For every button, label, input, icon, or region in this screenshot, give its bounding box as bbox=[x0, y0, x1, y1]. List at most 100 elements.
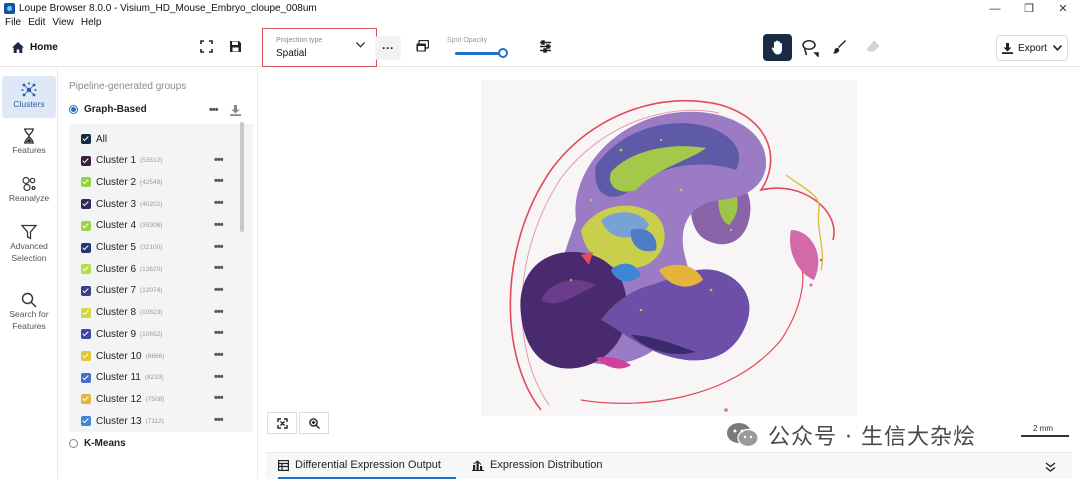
maximize-button[interactable]: ❐ bbox=[1012, 0, 1046, 17]
cluster-more-button[interactable]: ••• bbox=[214, 154, 224, 166]
cluster-row-all[interactable]: All bbox=[81, 129, 233, 149]
cluster-row[interactable]: Cluster 2 (42549) ••• bbox=[81, 172, 233, 192]
menu-help[interactable]: Help bbox=[81, 17, 102, 31]
cluster-checkbox[interactable] bbox=[81, 307, 91, 318]
rail-item-features[interactable]: Features bbox=[2, 128, 56, 156]
brush-tool-button[interactable] bbox=[833, 40, 847, 54]
close-button[interactable]: ✕ bbox=[1046, 0, 1080, 17]
cluster-checkbox[interactable] bbox=[81, 199, 91, 210]
cluster-row[interactable]: Cluster 13 (7112) ••• bbox=[81, 411, 233, 431]
eraser-tool-button[interactable] bbox=[866, 40, 880, 53]
cluster-name: Cluster 8 bbox=[96, 307, 137, 319]
projection-more-button[interactable]: ··· bbox=[375, 36, 401, 60]
cluster-more-button[interactable]: ••• bbox=[214, 284, 224, 296]
zoom-in-button[interactable] bbox=[299, 412, 329, 434]
spot-opacity-handle[interactable] bbox=[498, 48, 508, 58]
kmeans-option[interactable]: K-Means bbox=[69, 438, 126, 449]
projection-type-select[interactable]: Projection type Spatial bbox=[262, 28, 377, 67]
cluster-more-button[interactable]: ••• bbox=[214, 197, 224, 209]
cluster-checkbox[interactable] bbox=[81, 416, 91, 427]
lasso-icon bbox=[802, 40, 819, 57]
tab-differential-expression[interactable]: Differential Expression Output bbox=[278, 459, 441, 471]
graph-based-radio[interactable] bbox=[69, 105, 78, 114]
kmeans-radio[interactable] bbox=[69, 439, 78, 448]
cluster-row[interactable]: Cluster 10 (8666) ••• bbox=[81, 346, 233, 366]
rail-label-clusters: Clusters bbox=[13, 99, 45, 109]
cluster-checkbox[interactable] bbox=[81, 177, 91, 188]
cluster-count: (40202) bbox=[140, 200, 163, 208]
cluster-row[interactable]: Cluster 11 (8219) ••• bbox=[81, 368, 233, 388]
rail-item-advanced-selection[interactable]: Advanced Selection bbox=[2, 224, 56, 264]
cluster-row[interactable]: Cluster 7 (12074) ••• bbox=[81, 281, 233, 301]
more-dots-icon: ··· bbox=[382, 41, 394, 55]
cluster-checkbox[interactable] bbox=[81, 264, 91, 275]
cluster-checkbox[interactable] bbox=[81, 155, 91, 166]
cluster-list-scrollbar[interactable] bbox=[240, 122, 244, 232]
cluster-row[interactable]: Cluster 5 (32100) ••• bbox=[81, 238, 233, 258]
cluster-checkbox[interactable] bbox=[81, 220, 91, 231]
kmeans-label: K-Means bbox=[84, 438, 126, 449]
tab-expression-distribution[interactable]: Expression Distribution bbox=[472, 459, 603, 471]
download-icon[interactable] bbox=[229, 104, 241, 116]
cluster-more-button[interactable]: ••• bbox=[214, 414, 224, 426]
cluster-name: Cluster 11 bbox=[96, 372, 141, 384]
fullscreen-button[interactable] bbox=[200, 40, 213, 53]
save-button[interactable] bbox=[229, 40, 242, 53]
cluster-count: (10823) bbox=[140, 309, 163, 317]
cluster-more-button[interactable]: ••• bbox=[214, 349, 224, 361]
cluster-row[interactable]: Cluster 6 (13620) ••• bbox=[81, 259, 233, 279]
window-controls: — ❐ ✕ bbox=[978, 0, 1080, 17]
settings-sliders-button[interactable] bbox=[539, 40, 552, 53]
cluster-row[interactable]: Cluster 3 (40202) ••• bbox=[81, 194, 233, 214]
cluster-more-button[interactable]: ••• bbox=[214, 327, 224, 339]
cluster-more-button[interactable]: ••• bbox=[214, 371, 224, 383]
menu-file[interactable]: File bbox=[5, 17, 21, 31]
cluster-row[interactable]: Cluster 8 (10823) ••• bbox=[81, 303, 233, 323]
cluster-more-button[interactable]: ••• bbox=[214, 262, 224, 274]
cluster-more-button[interactable]: ••• bbox=[214, 392, 224, 404]
cluster-row[interactable]: Cluster 12 (7508) ••• bbox=[81, 389, 233, 409]
rail-item-search-features[interactable]: Search for Features bbox=[2, 292, 56, 332]
all-checkbox[interactable] bbox=[81, 134, 91, 144]
cluster-more-button[interactable]: ••• bbox=[214, 306, 224, 318]
cluster-checkbox[interactable] bbox=[81, 285, 91, 296]
cluster-checkbox[interactable] bbox=[81, 351, 91, 361]
rail-label-search-features: Search for Features bbox=[9, 309, 49, 331]
cluster-more-button[interactable]: ••• bbox=[214, 219, 224, 231]
layers-button[interactable] bbox=[416, 40, 429, 52]
cluster-count: (8219) bbox=[144, 374, 164, 382]
scale-bar: 2 mm bbox=[1003, 424, 1071, 437]
collapse-panel-button[interactable] bbox=[1045, 459, 1056, 477]
pan-tool-button[interactable] bbox=[763, 34, 792, 61]
groups-panel: Pipeline-generated groups Graph-Based ••… bbox=[58, 68, 258, 479]
tissue-image[interactable] bbox=[481, 80, 857, 416]
spot-opacity-slider[interactable]: Spot Opacity bbox=[447, 37, 522, 61]
lasso-tool-button[interactable] bbox=[801, 39, 819, 57]
view-controls bbox=[267, 412, 331, 434]
minimize-button[interactable]: — bbox=[978, 0, 1012, 17]
hourglass-icon bbox=[24, 128, 34, 144]
cluster-checkbox[interactable] bbox=[81, 372, 91, 383]
home-button[interactable]: Home bbox=[12, 42, 58, 53]
spatial-view[interactable]: 2 mm 公众号 · 生信大杂烩 bbox=[258, 68, 1080, 450]
menu-edit[interactable]: Edit bbox=[28, 17, 45, 31]
graph-based-option[interactable]: Graph-Based bbox=[69, 104, 147, 115]
wechat-icon bbox=[727, 423, 759, 448]
rail-item-clusters[interactable]: Clusters bbox=[2, 76, 56, 118]
fit-to-view-button[interactable] bbox=[267, 412, 297, 434]
cluster-row[interactable]: Cluster 9 (10652) ••• bbox=[81, 324, 233, 344]
cluster-checkbox[interactable] bbox=[81, 329, 91, 340]
cluster-row[interactable]: Cluster 4 (35908) ••• bbox=[81, 216, 233, 236]
cluster-row[interactable]: Cluster 1 (53512) ••• bbox=[81, 151, 233, 171]
export-button[interactable]: Export bbox=[996, 35, 1068, 61]
graph-based-more-button[interactable]: ••• bbox=[209, 104, 219, 116]
menu-view[interactable]: View bbox=[52, 17, 74, 31]
cluster-more-button[interactable]: ••• bbox=[214, 175, 224, 187]
cluster-checkbox[interactable] bbox=[81, 242, 91, 253]
menu-bar: File Edit View Help bbox=[0, 17, 103, 31]
cluster-more-button[interactable]: ••• bbox=[214, 241, 224, 253]
cluster-checkbox[interactable] bbox=[81, 394, 91, 405]
rail-item-reanalyze[interactable]: Reanalyze bbox=[2, 176, 56, 204]
scale-bar-label: 2 mm bbox=[1033, 424, 1053, 433]
export-label: Export bbox=[1018, 42, 1047, 54]
